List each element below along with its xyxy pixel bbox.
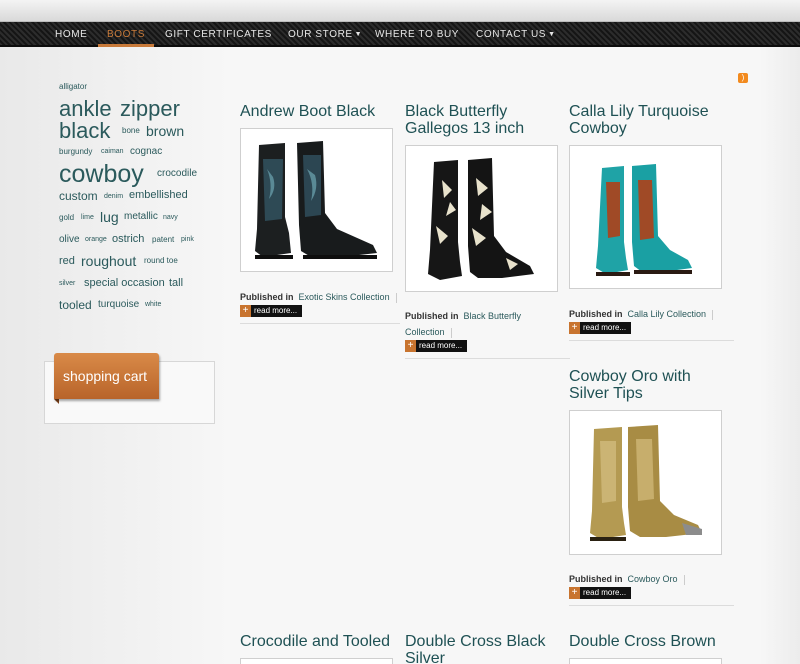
post-title[interactable]: Andrew Boot Black <box>240 103 400 120</box>
boot-image-andrew-black[interactable] <box>240 128 393 272</box>
nav-home[interactable]: HOME <box>55 22 87 47</box>
post-title[interactable]: Cowboy Oro with Silver Tips <box>569 368 734 402</box>
tag-link[interactable]: crocodile <box>157 169 197 179</box>
tag-link[interactable]: alligator <box>59 83 87 91</box>
tag-link[interactable]: denim <box>104 193 123 200</box>
boot-image-calla-lily[interactable] <box>569 145 722 289</box>
tag-link[interactable]: tooled <box>59 299 92 311</box>
tag-link[interactable]: caiman <box>101 148 124 155</box>
post-title[interactable]: Double Cross Brown <box>569 633 729 650</box>
tag-link[interactable]: orange <box>85 236 107 243</box>
post-title[interactable]: Black Butterfly Gallegos 13 inch <box>405 103 570 137</box>
tag-link[interactable]: lug <box>100 210 119 224</box>
plus-icon: + <box>569 587 580 599</box>
read-more-button[interactable]: + read more... <box>569 322 632 334</box>
tag-link[interactable]: ostrich <box>112 234 144 245</box>
tag-link[interactable]: patent <box>152 236 174 244</box>
nav-where-to-buy[interactable]: WHERE TO BUY <box>375 22 459 47</box>
tag-link[interactable]: white <box>145 301 161 308</box>
read-more-button[interactable]: + read more... <box>405 340 468 352</box>
tag-link[interactable]: navy <box>163 214 178 221</box>
tag-link[interactable]: red <box>59 256 75 267</box>
post-meta: Published in Black Butterfly Collection <box>405 311 522 338</box>
read-more-button[interactable]: + read more... <box>240 305 303 317</box>
post-meta: Published in Calla Lily Collection <box>569 306 734 322</box>
dropdown-caret-icon: ▼ <box>548 31 556 38</box>
boot-photo <box>428 158 534 280</box>
post-title[interactable]: Calla Lily Turquoise Cowboy <box>569 103 729 137</box>
tag-link[interactable]: cowboy <box>59 162 144 187</box>
tag-link[interactable]: silver <box>59 280 75 287</box>
post-divider <box>569 340 734 341</box>
tag-link[interactable]: metallic <box>124 212 158 222</box>
post-divider <box>569 605 734 606</box>
nav-contact-us[interactable]: CONTACT US ▼ <box>476 22 556 47</box>
tag-link[interactable]: burgundy <box>59 148 92 156</box>
tag-link[interactable]: special occasion <box>84 278 165 289</box>
boot-image[interactable] <box>240 658 393 664</box>
tag-link[interactable]: ankle <box>59 98 112 120</box>
boot-image-black-butterfly[interactable] <box>405 145 558 292</box>
post-meta: Published in Cowboy Oro <box>569 571 734 587</box>
boot-photo <box>255 141 377 259</box>
collection-link[interactable]: Exotic Skins Collection <box>299 292 390 302</box>
nav-our-store[interactable]: OUR STORE ▼ <box>288 22 362 47</box>
post-divider <box>240 323 400 324</box>
plus-icon: + <box>405 340 416 352</box>
tag-link[interactable]: lime <box>81 214 94 221</box>
boot-photo <box>590 425 702 541</box>
tag-link[interactable]: pink <box>181 236 194 243</box>
tag-link[interactable]: black <box>59 120 110 142</box>
post-divider <box>405 358 570 359</box>
collection-link[interactable]: Cowboy Oro <box>628 574 678 584</box>
tag-link[interactable]: roughout <box>81 254 136 268</box>
tag-link[interactable]: turquoise <box>98 300 139 310</box>
nav-gift-certificates[interactable]: GIFT CERTIFICATES <box>165 22 272 47</box>
tag-link[interactable]: cognac <box>130 147 162 157</box>
tag-link[interactable]: zipper <box>120 98 180 120</box>
plus-icon: + <box>569 322 580 334</box>
tag-link[interactable]: round toe <box>144 257 178 265</box>
main-nav: HOME BOOTS GIFT CERTIFICATES OUR STORE ▼ … <box>0 22 800 47</box>
tag-link[interactable]: tall <box>169 278 183 289</box>
cart-tab-fold <box>54 399 59 404</box>
tag-link[interactable]: embellished <box>129 190 188 201</box>
plus-icon: + <box>240 305 251 317</box>
tag-link[interactable]: custom <box>59 190 98 202</box>
read-more-button[interactable]: + read more... <box>569 587 632 599</box>
tag-link[interactable]: gold <box>59 214 74 222</box>
tag-link[interactable]: bone <box>122 127 140 135</box>
rss-feed-icon[interactable]: ) <box>738 73 748 83</box>
boot-image[interactable] <box>569 658 722 664</box>
shopping-cart-title[interactable]: shopping cart <box>54 353 159 399</box>
tag-link[interactable]: olive <box>59 235 80 245</box>
browser-top-strip <box>0 0 800 22</box>
post-title[interactable]: Crocodile and Tooled <box>240 633 400 650</box>
post-meta: Published in Exotic Skins Collection <box>240 289 400 305</box>
collection-link[interactable]: Calla Lily Collection <box>628 309 707 319</box>
boot-image-cowboy-oro[interactable] <box>569 410 722 555</box>
boot-photo <box>596 164 692 276</box>
nav-boots[interactable]: BOOTS <box>98 22 155 47</box>
tag-link[interactable]: brown <box>146 124 184 138</box>
post-title[interactable]: Double Cross Black Silver <box>405 633 565 664</box>
dropdown-caret-icon: ▼ <box>354 31 363 38</box>
